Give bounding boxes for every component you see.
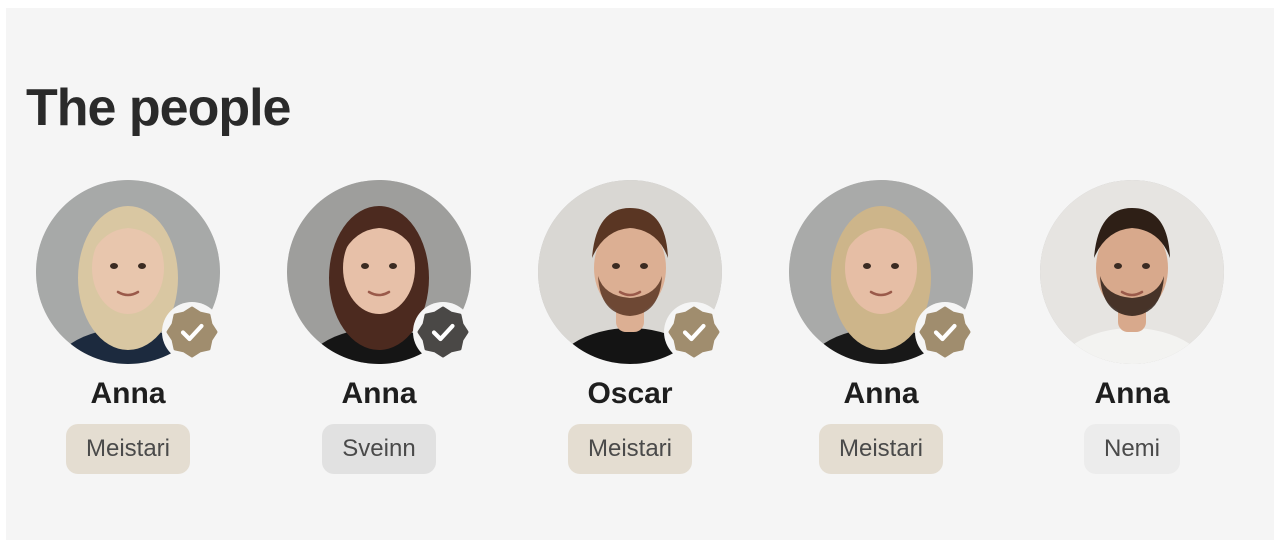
avatar[interactable] <box>1040 180 1224 364</box>
people-section: The people Anna Meistari Anna Sveinn Oscar Me… <box>6 8 1274 540</box>
person-card[interactable]: Anna Sveinn <box>287 180 473 474</box>
avatar-wrap <box>1040 180 1224 364</box>
person-name: Anna <box>843 377 919 410</box>
verified-icon <box>162 302 222 362</box>
person-name: Anna <box>1094 377 1170 410</box>
role-tag: Meistari <box>567 424 692 474</box>
person-card[interactable]: Oscar Meistari <box>538 180 724 474</box>
person-name: Oscar <box>587 377 673 410</box>
role-tag: Sveinn <box>322 424 436 474</box>
verified-icon <box>413 302 473 362</box>
role-tag: Meistari <box>65 424 190 474</box>
avatar-portrait <box>1040 180 1224 364</box>
avatar-wrap <box>538 180 724 364</box>
avatar-wrap <box>287 180 473 364</box>
person-name: Anna <box>341 377 417 410</box>
verified-icon <box>664 302 724 362</box>
person-card[interactable]: Anna Nemi <box>1040 180 1224 474</box>
avatar-wrap <box>789 180 975 364</box>
verified-icon <box>915 302 975 362</box>
person-card[interactable]: Anna Meistari <box>789 180 975 474</box>
people-list: Anna Meistari Anna Sveinn Oscar Meistari Anna M… <box>6 8 1274 540</box>
avatar-wrap <box>36 180 222 364</box>
person-name: Anna <box>90 377 166 410</box>
role-tag: Meistari <box>818 424 943 474</box>
role-tag: Nemi <box>1083 424 1180 474</box>
person-card[interactable]: Anna Meistari <box>36 180 222 474</box>
